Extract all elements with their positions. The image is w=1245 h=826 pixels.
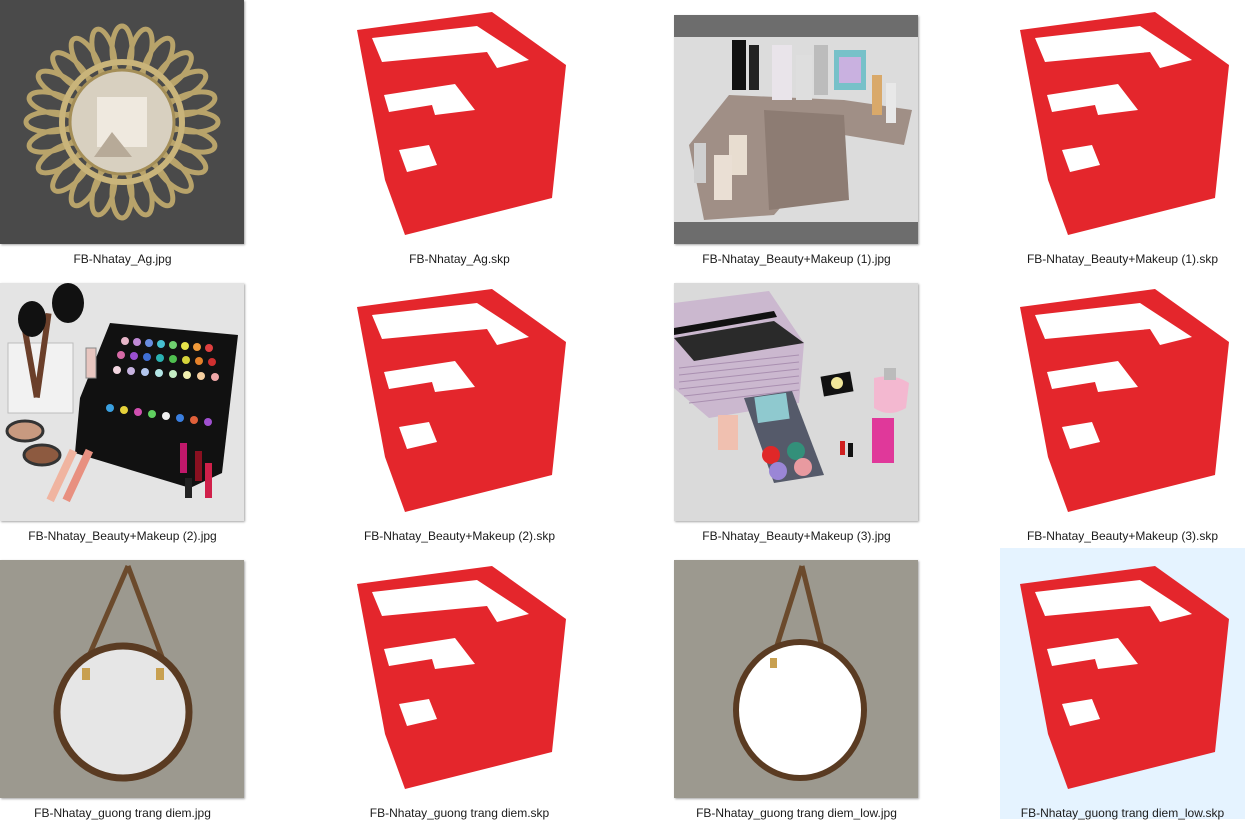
file-item[interactable]: FB-Nhatay_Beauty+Makeup (1).jpg bbox=[674, 0, 919, 272]
sketchup-icon bbox=[1000, 277, 1245, 525]
file-item[interactable]: FB-Nhatay_Beauty+Makeup (2).skp bbox=[337, 277, 582, 549]
file-name: FB-Nhatay_guong trang diem.jpg bbox=[34, 806, 211, 820]
sketchup-icon bbox=[1000, 554, 1245, 802]
file-item[interactable]: FB-Nhatay_guong trang diem.skp bbox=[337, 554, 582, 826]
file-name: FB-Nhatay_guong trang diem_low.skp bbox=[1020, 806, 1225, 820]
file-name: FB-Nhatay_guong trang diem_low.jpg bbox=[696, 806, 897, 820]
file-name: FB-Nhatay_Beauty+Makeup (3).skp bbox=[1026, 529, 1219, 543]
file-name: FB-Nhatay_Beauty+Makeup (2).skp bbox=[363, 529, 556, 543]
sketchup-icon bbox=[337, 0, 582, 248]
file-name: FB-Nhatay_Beauty+Makeup (2).jpg bbox=[28, 529, 217, 543]
file-name: FB-Nhatay_Ag.skp bbox=[409, 252, 510, 266]
file-name: FB-Nhatay_Beauty+Makeup (1).skp bbox=[1026, 252, 1219, 266]
file-item[interactable]: FB-Nhatay_Beauty+Makeup (2).jpg bbox=[0, 277, 245, 549]
round-mirror-thumbnail bbox=[0, 560, 244, 798]
makeup-palette-thumbnail bbox=[0, 283, 244, 521]
sketchup-icon bbox=[1000, 0, 1245, 248]
file-item[interactable]: FB-Nhatay_guong trang diem_low.jpg bbox=[674, 554, 919, 826]
file-item[interactable]: FB-Nhatay_Ag.skp bbox=[337, 0, 582, 272]
file-item[interactable]: FB-Nhatay_Beauty+Makeup (3).skp bbox=[1000, 277, 1245, 549]
file-item-selected[interactable]: FB-Nhatay_guong trang diem_low.skp bbox=[1000, 548, 1245, 820]
sketchup-icon bbox=[337, 277, 582, 525]
file-item[interactable]: FB-Nhatay_guong trang diem.jpg bbox=[0, 554, 245, 826]
file-name: FB-Nhatay_guong trang diem.skp bbox=[369, 806, 550, 820]
file-name: FB-Nhatay_Beauty+Makeup (3).jpg bbox=[702, 529, 891, 543]
round-mirror-low-thumbnail bbox=[674, 560, 918, 798]
file-item[interactable]: FB-Nhatay_Beauty+Makeup (3).jpg bbox=[674, 277, 919, 549]
file-item[interactable]: FB-Nhatay_Ag.jpg bbox=[0, 0, 245, 272]
file-item[interactable]: FB-Nhatay_Beauty+Makeup (1).skp bbox=[1000, 0, 1245, 272]
makeup-bag-thumbnail bbox=[674, 283, 918, 521]
file-name: FB-Nhatay_Beauty+Makeup (1).jpg bbox=[702, 252, 891, 266]
sunburst-mirror-thumbnail bbox=[0, 0, 244, 244]
sketchup-icon bbox=[337, 554, 582, 802]
makeup-organizer-thumbnail bbox=[674, 15, 918, 244]
file-name: FB-Nhatay_Ag.jpg bbox=[73, 252, 172, 266]
